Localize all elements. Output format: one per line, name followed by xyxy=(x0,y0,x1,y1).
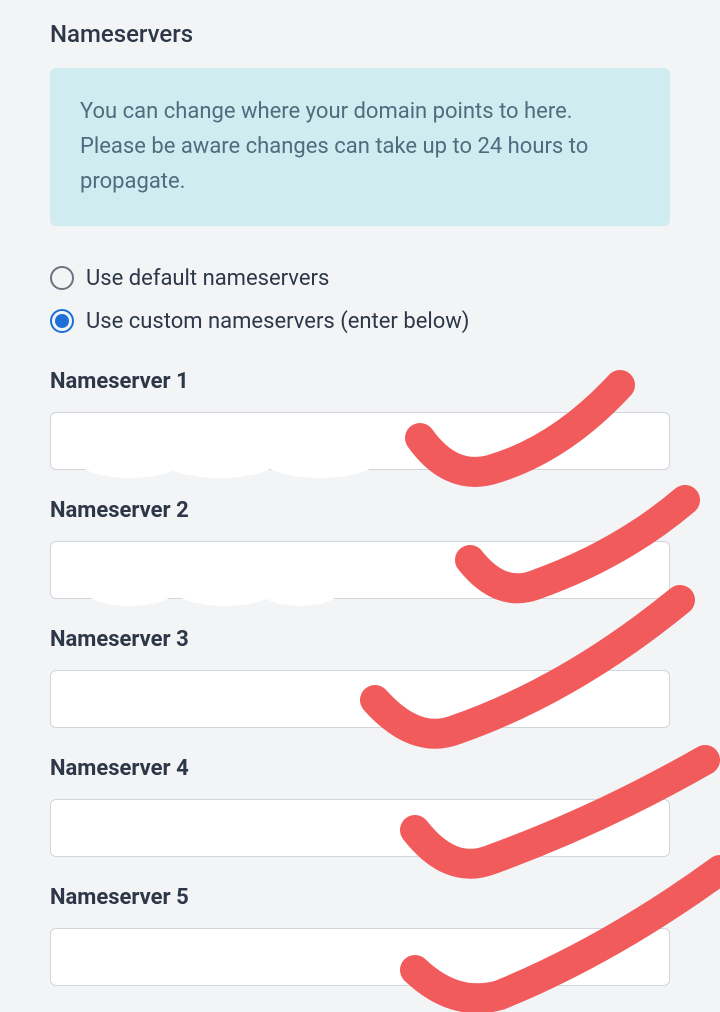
nameserver-2-label: Nameserver 2 xyxy=(50,498,670,523)
nameserver-3-input[interactable] xyxy=(50,670,670,728)
radio-custom-nameservers[interactable]: Use custom nameservers (enter below) xyxy=(50,309,670,334)
radio-icon xyxy=(50,266,74,290)
radio-custom-label: Use custom nameservers (enter below) xyxy=(86,309,469,334)
nameserver-5-group: Nameserver 5 xyxy=(50,885,670,986)
nameserver-4-group: Nameserver 4 xyxy=(50,756,670,857)
section-title: Nameservers xyxy=(50,20,670,48)
nameserver-5-label: Nameserver 5 xyxy=(50,885,670,910)
nameserver-3-group: Nameserver 3 xyxy=(50,627,670,728)
nameserver-5-input[interactable] xyxy=(50,928,670,986)
nameserver-1-group: Nameserver 1 xyxy=(50,369,670,470)
nameserver-4-label: Nameserver 4 xyxy=(50,756,670,781)
info-text: You can change where your domain points … xyxy=(80,94,640,200)
nameserver-2-input[interactable] xyxy=(50,541,670,599)
nameserver-4-input[interactable] xyxy=(50,799,670,857)
nameserver-2-group: Nameserver 2 xyxy=(50,498,670,599)
nameserver-1-label: Nameserver 1 xyxy=(50,369,670,394)
radio-default-label: Use default nameservers xyxy=(86,266,329,291)
nameserver-1-input[interactable] xyxy=(50,412,670,470)
radio-icon xyxy=(50,309,74,333)
radio-default-nameservers[interactable]: Use default nameservers xyxy=(50,266,670,291)
info-box: You can change where your domain points … xyxy=(50,68,670,226)
nameserver-3-label: Nameserver 3 xyxy=(50,627,670,652)
nameserver-mode-radio-group: Use default nameservers Use custom names… xyxy=(50,266,670,334)
